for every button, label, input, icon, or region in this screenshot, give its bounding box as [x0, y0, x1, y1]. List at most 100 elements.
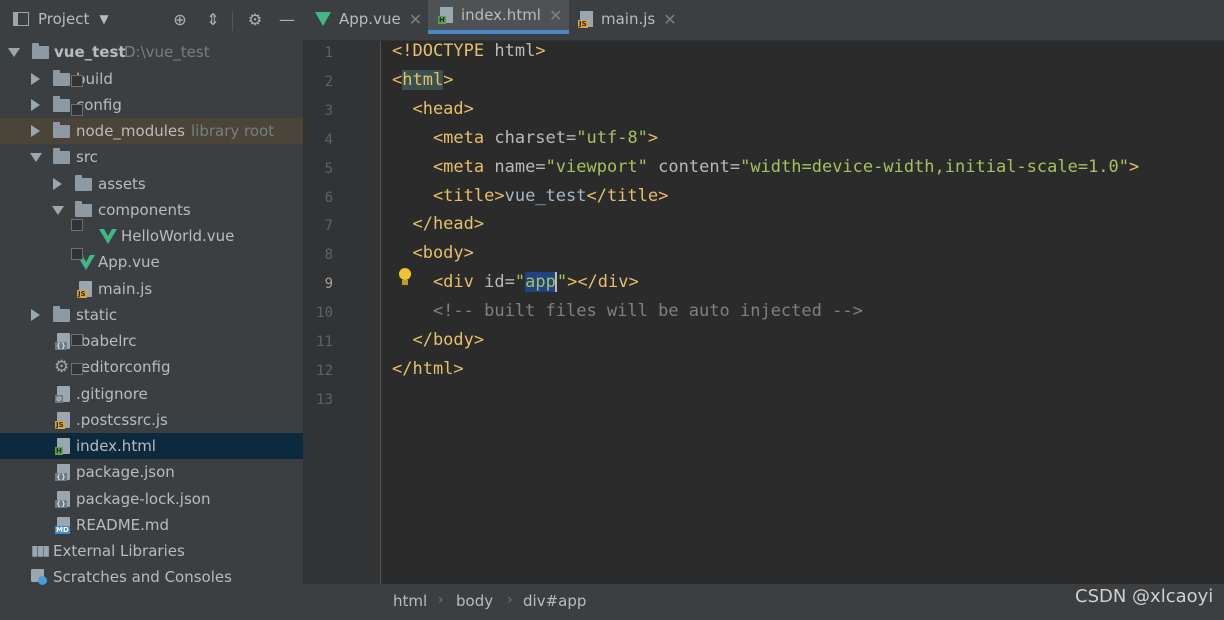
fold-marker-icon[interactable] [71, 219, 83, 231]
tree-item-label: .gitignore [76, 385, 148, 403]
breadcrumb-html[interactable]: html [393, 592, 427, 610]
tree-item-package-lock-json[interactable]: {} package-lock.json [0, 486, 303, 512]
code-token: <!DOCTYPE [392, 41, 495, 61]
tree-item-label: index.html [76, 437, 156, 455]
code-token: " [556, 272, 568, 293]
gear-icon[interactable]: ⚙ [245, 10, 265, 29]
tree-item-label: src [76, 148, 98, 166]
tree-item-label: main.js [98, 280, 153, 298]
js-file-icon: JS [578, 11, 593, 28]
tree-item-label: .postcssrc.js [76, 411, 168, 429]
chevron-right-icon[interactable] [31, 309, 40, 321]
tree-item-static[interactable]: static [0, 302, 303, 328]
editor-tab-bar: App.vue ✕ H index.html ✕ JS main.js ✕ [303, 0, 1224, 41]
chevron-down-icon[interactable] [30, 153, 42, 162]
vue-icon [315, 12, 331, 26]
json-file-icon: {} [55, 464, 70, 481]
folder-icon [53, 70, 70, 86]
library-root-hint: library root [191, 122, 275, 140]
close-icon[interactable]: ✕ [409, 10, 422, 29]
code-token: <body> [392, 243, 474, 264]
tree-item-app-vue[interactable]: App.vue [0, 249, 303, 275]
tree-item-label: vue_test [54, 43, 126, 61]
tree-item-node-modules[interactable]: node_modules library root [0, 118, 303, 144]
code-token: <meta [392, 156, 495, 177]
tab-label: main.js [601, 10, 656, 28]
fold-marker-icon[interactable] [71, 334, 83, 346]
chevron-right-icon[interactable] [53, 178, 62, 190]
tree-item-scratches[interactable]: Scratches and Consoles [0, 564, 303, 590]
vue-file-icon [99, 229, 117, 244]
code-token: > [647, 127, 659, 148]
tree-item-vue-test[interactable]: vue_test D:\vue_test [0, 39, 303, 65]
breadcrumb-separator: › [507, 592, 513, 608]
fold-marker-icon[interactable] [71, 363, 83, 375]
tree-item-config[interactable]: config [0, 92, 303, 118]
tab-index-html[interactable]: H index.html ✕ [428, 0, 569, 34]
code-token: " [514, 272, 526, 293]
tree-item-gitignore[interactable]: ⊘ .gitignore [0, 381, 303, 407]
fold-marker-icon[interactable] [71, 104, 83, 116]
markdown-file-icon: MD [55, 517, 70, 534]
tab-app-vue[interactable]: App.vue ✕ [315, 0, 429, 38]
js-file-icon: JS [77, 281, 92, 298]
tree-item-main-js[interactable]: JS main.js [0, 276, 303, 302]
code-line: <meta name="viewport" content="width=dev… [392, 156, 1139, 185]
tree-item-build[interactable]: build [0, 66, 303, 92]
tab-main-js[interactable]: JS main.js ✕ [578, 0, 690, 38]
line-number: 3 [324, 102, 333, 119]
line-number: 8 [324, 247, 333, 264]
code-token: <title> [392, 185, 505, 206]
chevron-right-icon[interactable] [31, 73, 40, 85]
line-number: 2 [324, 73, 333, 90]
tree-item-label: package.json [76, 463, 175, 481]
tree-item-babelrc[interactable]: {} .babelrc [0, 328, 303, 354]
tree-item-assets[interactable]: assets [0, 171, 303, 197]
tree-item-helloworld-vue[interactable]: HelloWorld.vue [0, 223, 303, 249]
code-token: <meta [392, 127, 495, 148]
chevron-right-icon[interactable] [31, 99, 40, 111]
editor-gutter: 1 2 3 4 5 6 7 8 9 10 11 12 13 [303, 41, 381, 584]
tree-item-components[interactable]: components [0, 197, 303, 223]
project-window-icon [13, 12, 29, 26]
breadcrumb-body[interactable]: body [456, 592, 493, 610]
tree-item-index-html[interactable]: H index.html [0, 433, 303, 459]
tree-item-label: components [98, 201, 191, 219]
code-token: "viewport" [545, 156, 648, 177]
line-number: 4 [324, 131, 333, 148]
code-token: id [484, 272, 505, 293]
tree-item-label: External Libraries [53, 542, 185, 560]
project-view-selector[interactable]: Project ▼ [13, 10, 109, 28]
tree-item-package-json[interactable]: {} package.json [0, 459, 303, 485]
locate-file-icon[interactable]: ⊕ [170, 10, 190, 29]
minimize-icon[interactable]: — [277, 10, 297, 29]
chevron-down-icon[interactable] [52, 206, 64, 215]
chevron-right-icon[interactable] [31, 125, 40, 137]
fold-marker-icon[interactable] [71, 248, 83, 260]
tree-item-src[interactable]: src [0, 144, 303, 170]
fold-marker-icon[interactable] [71, 75, 83, 87]
line-number: 11 [316, 334, 333, 350]
code-token: = [535, 156, 546, 177]
tree-item-postcssrc[interactable]: JS .postcssrc.js [0, 407, 303, 433]
collapse-all-icon[interactable]: ⇕ [203, 10, 223, 29]
code-token: "utf-8" [576, 127, 648, 148]
tree-item-external-libraries[interactable]: ▮▮▮ External Libraries [0, 538, 303, 564]
tree-item-editorconfig[interactable]: ⚙ .editorconfig [0, 354, 303, 380]
code-token: app [525, 272, 556, 293]
code-token: <!-- built files will be auto injected -… [392, 301, 863, 322]
close-icon[interactable]: ✕ [663, 10, 676, 29]
code-line: <meta charset="utf-8"> [392, 127, 658, 156]
folder-icon [53, 148, 70, 164]
libraries-icon: ▮▮▮ [31, 543, 50, 559]
chevron-down-icon[interactable] [8, 48, 20, 57]
code-line: <head> [392, 98, 473, 127]
breadcrumb-div-app[interactable]: div#app [523, 592, 586, 610]
code-line: <!-- built files will be auto injected -… [392, 300, 863, 329]
close-icon[interactable]: ✕ [549, 6, 562, 25]
tree-item-readme[interactable]: MD README.md [0, 512, 303, 538]
code-token: </title> [586, 185, 669, 206]
code-editor[interactable]: <!DOCTYPE html> <html> <head> <meta chars… [392, 41, 1224, 584]
project-view-label: Project [38, 10, 90, 28]
code-token: = [729, 156, 741, 177]
